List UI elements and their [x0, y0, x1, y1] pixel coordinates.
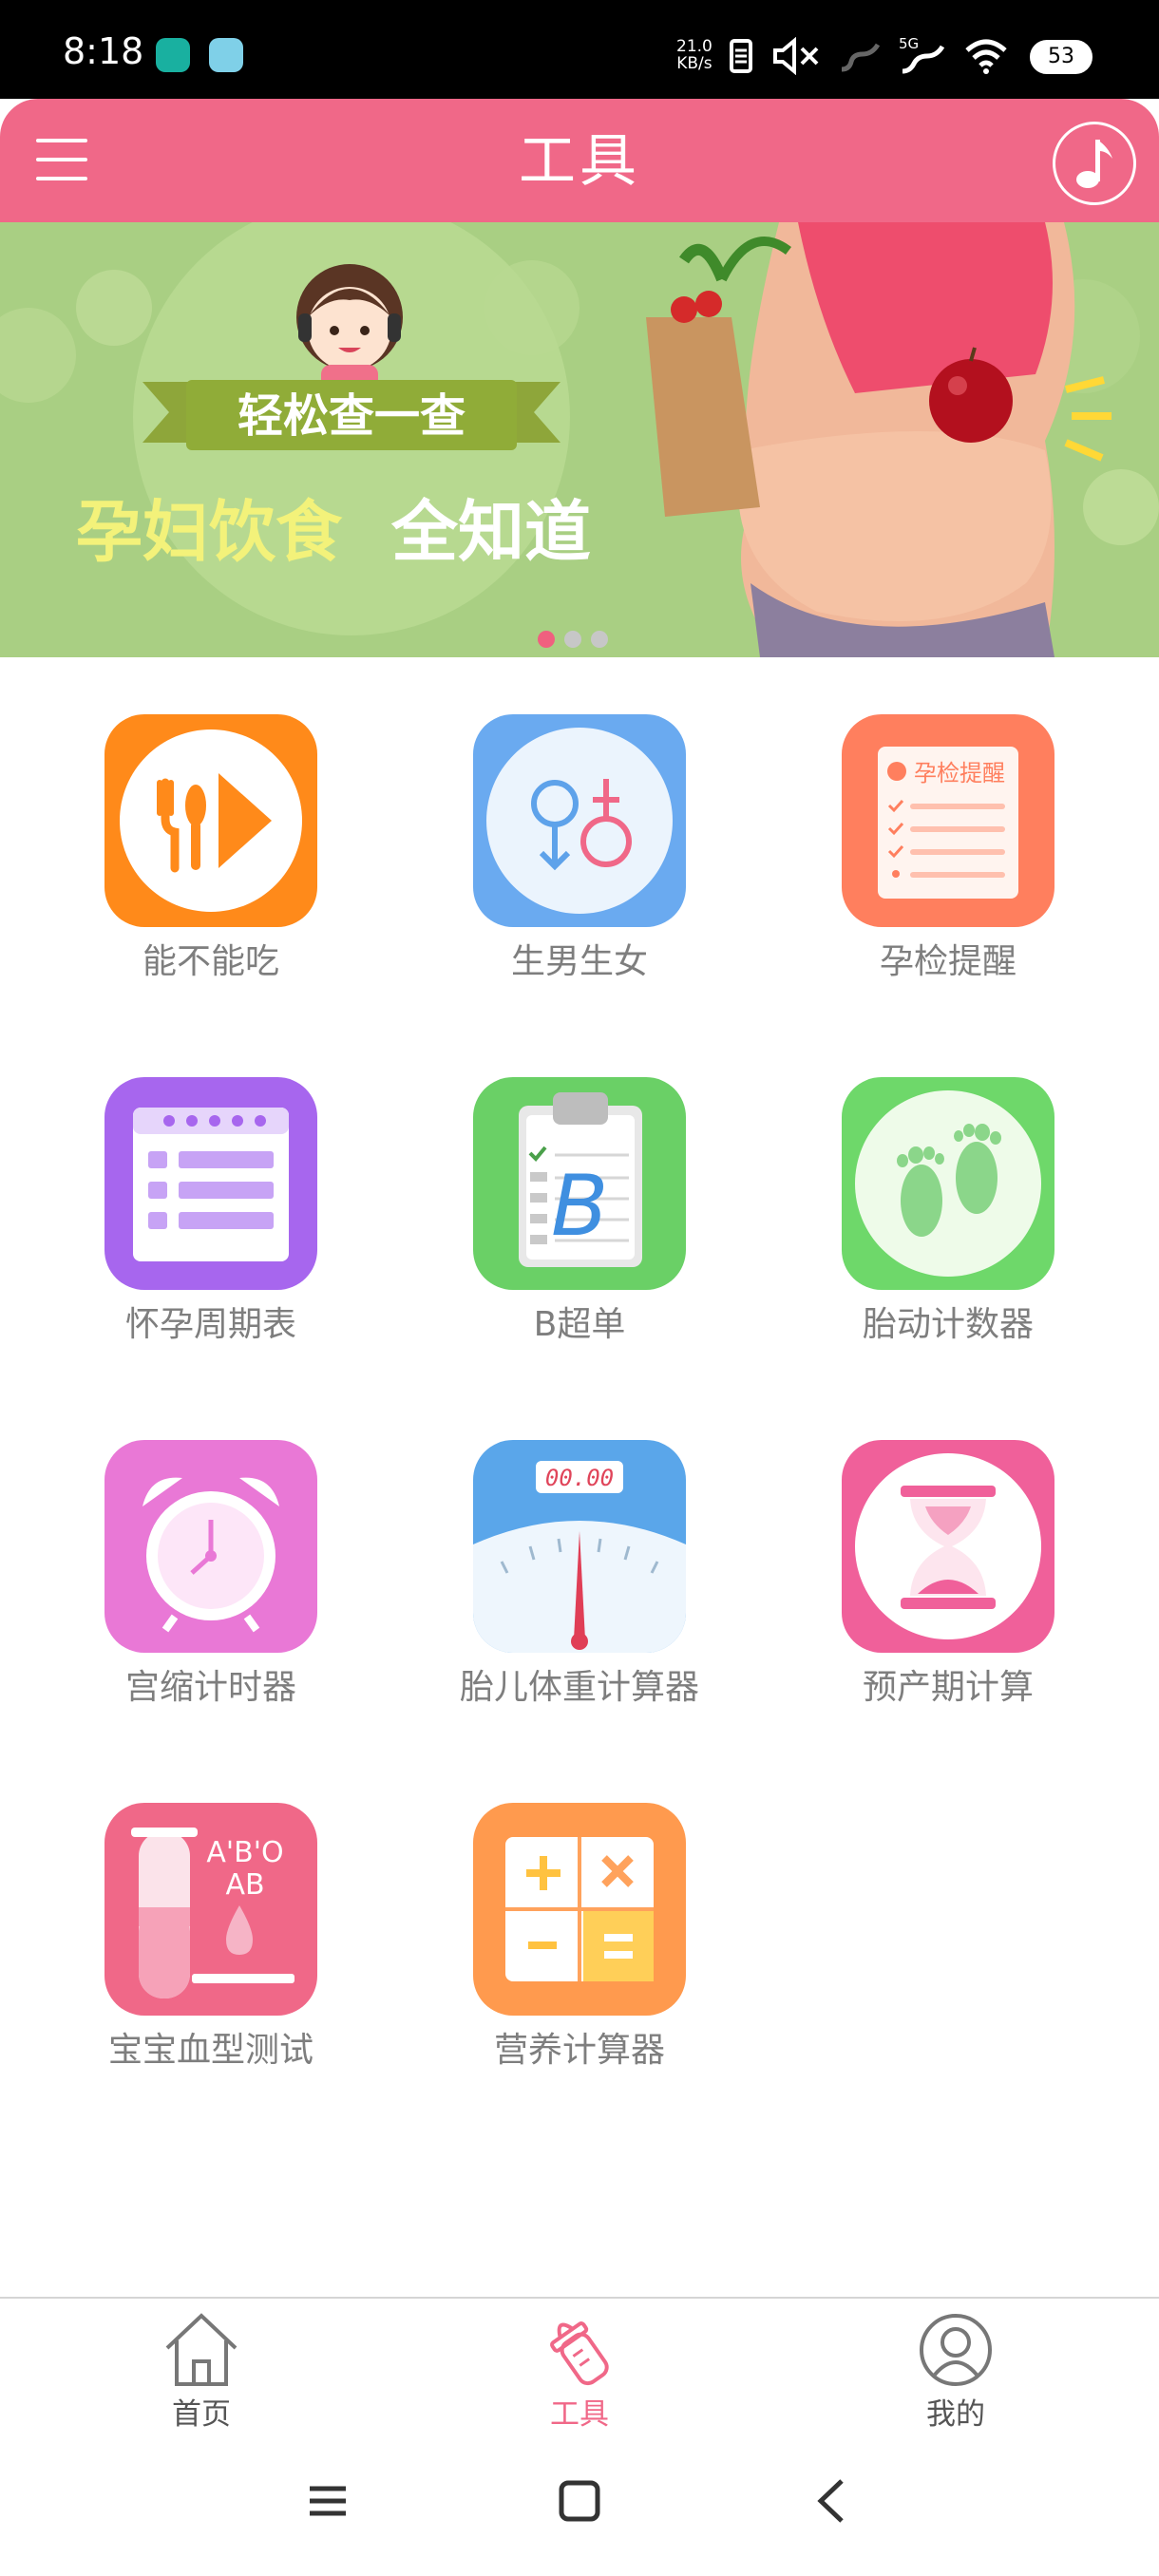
footprints-icon	[842, 1077, 1054, 1290]
nav-tools[interactable]: 工具	[484, 2310, 674, 2434]
pager-dot[interactable]	[564, 631, 581, 648]
home-icon	[165, 2313, 238, 2386]
tool-label: 营养计算器	[493, 2031, 665, 2070]
profile-icon	[920, 2314, 992, 2386]
home-button-icon[interactable]	[556, 2477, 603, 2525]
status-bar: 8:18 21.0 KB/s 5G 53	[0, 0, 1159, 99]
pager-dot[interactable]	[591, 631, 608, 648]
svg-text:孕检提醒: 孕检提醒	[914, 760, 1005, 786]
tool-label: 宫缩计时器	[124, 1668, 296, 1707]
signal-5g-icon: 5G	[899, 35, 946, 75]
signal-icon	[841, 43, 881, 72]
pager-dot[interactable]	[538, 631, 555, 648]
tool-label: 能不能吃	[142, 942, 279, 981]
notification-app-icon	[209, 38, 243, 72]
tool-fetal-movement-counter[interactable]: 胎动计数器	[804, 1020, 1089, 1344]
tool-label: B超单	[533, 1305, 626, 1344]
page-title: 工具	[519, 128, 640, 195]
svg-text:A'B'O: A'B'O	[206, 1836, 283, 1869]
checklist-reminder-icon: 孕检提醒	[842, 714, 1054, 927]
alarm-clock-icon	[104, 1440, 317, 1653]
tool-boy-or-girl[interactable]: 生男生女	[435, 657, 720, 981]
hourglass-icon	[842, 1440, 1054, 1653]
baby-bottle-icon	[550, 2321, 609, 2386]
tool-contraction-timer[interactable]: 宫缩计时器	[66, 1383, 352, 1707]
tool-label: 胎动计数器	[862, 1305, 1034, 1344]
calendar-list-icon	[104, 1077, 317, 1290]
banner-pager	[538, 631, 608, 648]
tool-fetal-weight-calculator[interactable]: 00.00 胎儿体重计算器	[435, 1383, 720, 1707]
tool-due-date-calculator[interactable]: 预产期计算	[804, 1383, 1089, 1707]
banner-headline-a: 孕妇饮食	[76, 493, 343, 571]
svg-text:AB: AB	[225, 1868, 264, 1902]
system-nav-bar	[0, 2439, 1159, 2576]
vibrate-icon	[730, 39, 752, 73]
notification-app-icon	[156, 38, 190, 72]
tool-label: 胎儿体重计算器	[459, 1668, 699, 1707]
back-icon[interactable]	[809, 2477, 857, 2525]
tool-b-ultrasound[interactable]: B B超单	[435, 1020, 720, 1344]
svg-text:B: B	[551, 1157, 608, 1255]
svg-text:00.00: 00.00	[545, 1465, 614, 1491]
nav-home[interactable]: 首页	[106, 2310, 296, 2434]
wifi-icon	[965, 39, 1007, 74]
tool-label: 宝宝血型测试	[107, 2031, 314, 2070]
status-time: 8:18	[63, 30, 144, 72]
tool-label: 生男生女	[510, 942, 648, 981]
calculator-icon	[473, 1803, 686, 2016]
blood-type-tube-icon: A'B'O AB	[104, 1803, 317, 2016]
clipboard-b-icon: B	[473, 1077, 686, 1290]
top-header: 工具	[0, 99, 1159, 222]
recent-apps-icon[interactable]	[304, 2477, 352, 2525]
tool-nutrition-calculator[interactable]: 营养计算器	[435, 1746, 720, 2070]
tool-label: 怀孕周期表	[124, 1305, 296, 1344]
tool-can-eat[interactable]: 能不能吃	[66, 657, 352, 981]
music-button[interactable]	[1053, 122, 1136, 205]
tool-baby-blood-type[interactable]: A'B'O AB 宝宝血型测试	[66, 1746, 352, 2070]
banner-headline-b: 全知道	[390, 493, 591, 571]
nav-me[interactable]: 我的	[861, 2310, 1051, 2434]
tool-checkup-reminder[interactable]: 孕检提醒 孕检提醒	[804, 657, 1089, 981]
app-screen: 8:18 21.0 KB/s 5G 53 工具 轻松查一查 孕妇饮食 全知道 能…	[0, 0, 1159, 2576]
status-icons: 5G	[728, 34, 1009, 78]
gender-symbols-icon	[473, 714, 686, 927]
music-note-icon	[1076, 140, 1112, 188]
tool-pregnancy-calendar[interactable]: 怀孕周期表	[66, 1020, 352, 1344]
bottom-nav: 首页 工具 我的	[0, 2297, 1159, 2439]
banner-artwork: 轻松查一查 孕妇饮食 全知道	[0, 222, 1159, 657]
network-speed: 21.0 KB/s	[676, 37, 712, 73]
tool-label: 预产期计算	[862, 1668, 1034, 1707]
weight-scale-icon: 00.00	[473, 1440, 686, 1653]
promo-banner[interactable]: 轻松查一查 孕妇饮食 全知道	[0, 222, 1159, 657]
banner-badge-text: 轻松查一查	[238, 389, 466, 443]
mute-icon	[773, 37, 819, 75]
battery-indicator: 53	[1030, 40, 1092, 74]
utensils-play-icon	[104, 714, 317, 927]
tool-label: 孕检提醒	[879, 942, 1016, 981]
